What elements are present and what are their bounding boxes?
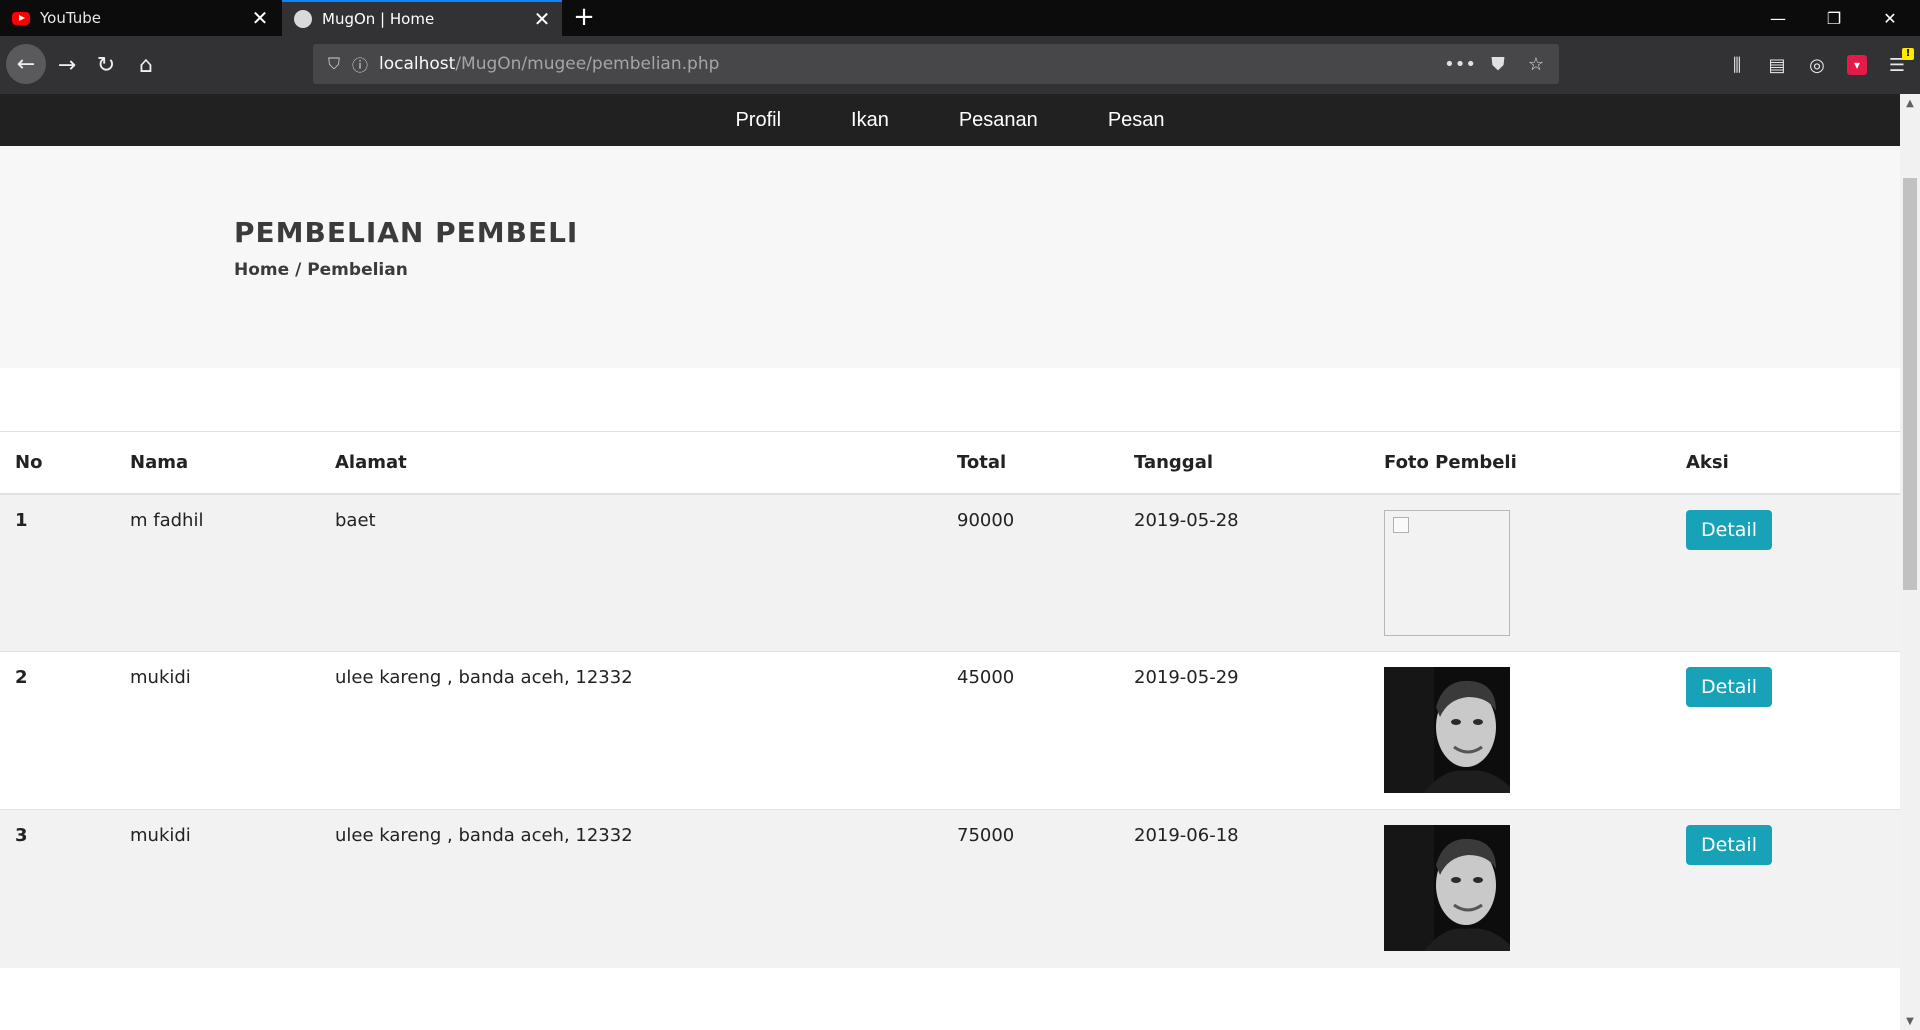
back-arrow-icon[interactable]: ← [6, 44, 46, 84]
account-icon[interactable]: ◎ [1804, 52, 1830, 78]
page-title: PEMBELIAN PEMBELI [234, 216, 579, 249]
tab-youtube[interactable]: YouTube ✕ [0, 0, 280, 36]
pocket-icon[interactable]: ⛊ [1485, 51, 1511, 77]
detail-button[interactable]: Detail [1686, 825, 1772, 865]
tab-title: YouTube [40, 9, 101, 27]
shield-icon[interactable]: ⛉ [321, 51, 347, 77]
total-amount: 75000 [942, 809, 1119, 968]
broken-image-icon [1393, 516, 1409, 533]
detail-button[interactable]: Detail [1686, 667, 1772, 707]
breadcrumb: Home / Pembelian [234, 260, 408, 280]
tab-mugon[interactable]: MugOn | Home ✕ [282, 0, 562, 36]
buyer-address: ulee kareng , banda aceh, 12332 [320, 809, 942, 968]
nav-link-profil[interactable]: Profil [735, 109, 781, 132]
mugon-favicon-icon [294, 10, 312, 28]
total-amount: 45000 [942, 651, 1119, 810]
window-close-icon[interactable]: ✕ [1862, 0, 1918, 36]
table-row: 2 mukidi ulee kareng , banda aceh, 12332… [0, 651, 1900, 810]
column-header: Foto Pembeli [1369, 431, 1671, 495]
restore-icon[interactable]: ❐ [1806, 0, 1862, 36]
more-actions-icon[interactable]: ••• [1444, 51, 1476, 77]
buyer-address: baet [320, 493, 942, 652]
page-header: PEMBELIAN PEMBELI Home / Pembelian [0, 146, 1900, 368]
site-nav: Profil Ikan Pesanan Pesan [0, 94, 1900, 146]
browser-tab-bar: YouTube ✕ MugOn | Home ✕ + — ❐ ✕ [0, 0, 1920, 36]
purchases-table: No Nama Alamat Total Tanggal Foto Pembel… [0, 431, 1900, 968]
total-amount: 90000 [942, 493, 1119, 652]
url-bar[interactable]: ⛉ ⓘ localhost/MugOn/mugee/pembelian.php … [313, 44, 1559, 84]
scroll-thumb[interactable] [1903, 178, 1917, 590]
buyer-address: ulee kareng , banda aceh, 12332 [320, 651, 942, 810]
purchase-date: 2019-06-18 [1119, 809, 1369, 968]
library-icon[interactable]: ⫼ [1724, 52, 1750, 78]
buyer-photo [1384, 667, 1510, 793]
reload-icon[interactable]: ↻ [87, 46, 125, 84]
table-row: 3 mukidi ulee kareng , banda aceh, 12332… [0, 809, 1900, 968]
buyer-name: mukidi [115, 809, 320, 968]
column-header: Alamat [320, 431, 942, 495]
column-header: Aksi [1671, 431, 1900, 495]
info-icon[interactable]: ⓘ [347, 51, 373, 77]
forward-arrow-icon[interactable]: → [48, 46, 86, 84]
detail-button[interactable]: Detail [1686, 509, 1772, 550]
purchase-date: 2019-05-28 [1119, 493, 1369, 652]
buyer-name: mukidi [115, 651, 320, 810]
sidebar-icon[interactable]: ▤ [1764, 52, 1790, 78]
action-cell: Detail [1671, 809, 1900, 968]
row-number: 3 [0, 809, 115, 968]
buyer-name: m fadhil [115, 493, 320, 652]
column-header: Nama [115, 431, 320, 495]
column-header: Total [942, 431, 1119, 495]
action-cell: Detail [1671, 651, 1900, 810]
scroll-down-icon[interactable]: ▼ [1900, 1012, 1920, 1030]
page-viewport: Profil Ikan Pesanan Pesan PEMBELIAN PEMB… [0, 94, 1920, 1030]
buyer-photo-cell [1369, 493, 1671, 652]
home-icon[interactable]: ⌂ [127, 46, 165, 84]
column-header: Tanggal [1119, 431, 1369, 495]
tab-title: MugOn | Home [322, 10, 435, 28]
close-icon[interactable]: ✕ [248, 6, 272, 30]
minimize-icon[interactable]: — [1750, 0, 1806, 36]
table-header-row: No Nama Alamat Total Tanggal Foto Pembel… [0, 431, 1900, 495]
url-text[interactable]: localhost/MugOn/mugee/pembelian.php [379, 54, 719, 74]
nav-link-pesan[interactable]: Pesan [1108, 109, 1165, 132]
row-number: 1 [0, 493, 115, 652]
nav-link-pesanan[interactable]: Pesanan [959, 109, 1038, 132]
column-header: No [0, 431, 115, 495]
nav-link-ikan[interactable]: Ikan [851, 109, 889, 132]
close-icon[interactable]: ✕ [530, 7, 554, 31]
url-host: localhost [379, 54, 456, 74]
extension-icon[interactable]: ▾ [1844, 52, 1870, 78]
bookmark-star-icon[interactable]: ☆ [1523, 51, 1549, 77]
browser-toolbar: ← → ↻ ⌂ ⛉ ⓘ localhost/MugOn/mugee/pembel… [0, 36, 1920, 94]
scroll-up-icon[interactable]: ▲ [1900, 94, 1920, 112]
page-scrollbar[interactable]: ▲ ▼ [1900, 94, 1920, 1030]
url-path: /MugOn/mugee/pembelian.php [455, 54, 720, 74]
new-tab-icon[interactable]: + [570, 4, 598, 32]
buyer-photo [1384, 825, 1510, 951]
purchase-date: 2019-05-29 [1119, 651, 1369, 810]
menu-icon[interactable]: ☰ [1884, 48, 1914, 78]
buyer-photo-cell [1369, 809, 1671, 968]
action-cell: Detail [1671, 493, 1900, 652]
broken-image-placeholder [1384, 509, 1510, 636]
row-number: 2 [0, 651, 115, 810]
youtube-icon [12, 9, 30, 27]
buyer-photo-cell [1369, 651, 1671, 810]
table-row: 1 m fadhil baet 90000 2019-05-28 Detail [0, 493, 1900, 652]
